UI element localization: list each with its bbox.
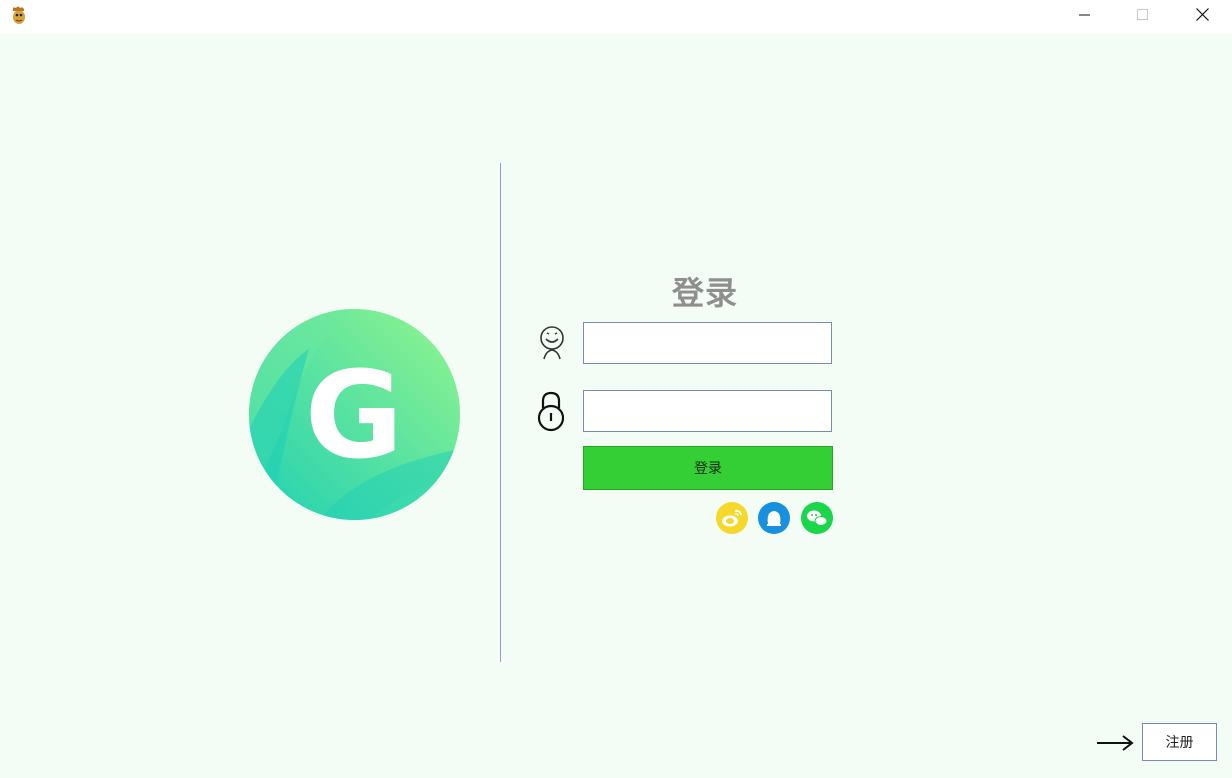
wechat-button[interactable]: [801, 502, 833, 534]
vertical-divider: [500, 163, 501, 662]
logo-letter: G: [305, 347, 404, 486]
lock-icon: [534, 390, 568, 432]
g-logo: G: [249, 309, 460, 520]
close-icon: [1195, 6, 1209, 25]
maximize-button[interactable]: [1114, 0, 1172, 30]
user-icon: [535, 325, 569, 363]
weibo-icon: [716, 502, 748, 534]
username-input[interactable]: [583, 322, 832, 364]
qq-button[interactable]: [758, 502, 790, 534]
maximize-icon: [1137, 6, 1149, 25]
login-title: 登录: [671, 274, 738, 312]
minimize-icon: [1079, 6, 1091, 25]
minimize-button[interactable]: [1056, 0, 1114, 30]
close-button[interactable]: [1173, 0, 1231, 30]
weibo-button[interactable]: [716, 502, 748, 534]
squirrel-app-icon: [10, 5, 28, 25]
register-button[interactable]: 注册: [1142, 723, 1217, 761]
title-bar: [0, 0, 1232, 34]
login-button[interactable]: 登录: [583, 446, 833, 490]
qq-icon: [758, 502, 790, 534]
arrow-right-icon: [1096, 733, 1134, 753]
password-input[interactable]: [583, 390, 832, 432]
wechat-icon: [801, 502, 833, 534]
